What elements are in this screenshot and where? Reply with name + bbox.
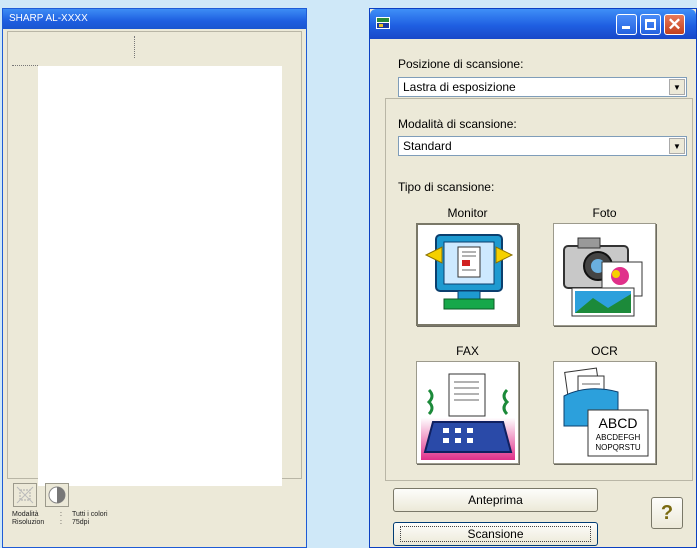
close-icon: ✕ [667,15,682,34]
fax-icon [421,366,515,460]
preview-paper[interactable] [38,66,282,486]
scan-type-fax-button[interactable] [416,361,519,464]
info-value: 75dpi [72,519,90,526]
help-icon: ? [660,502,674,524]
scan-position-label: Posizione di scansione: [398,57,524,71]
preview-window: SHARP AL-XXXX Modalità : Tutti i colori … [2,8,307,548]
preview-button[interactable]: Anteprima [393,488,598,512]
ruler-vertical-mark [134,36,135,58]
scan-mode-label: Modalità di scansione: [398,117,517,131]
monitor-icon [424,234,514,310]
maximize-button[interactable] [640,14,661,35]
scan-type-label: Tipo di scansione: [398,180,495,194]
preview-area [7,31,302,486]
scan-type-label-monitor: Monitor [447,206,488,220]
ocr-icon-text: NOPQRSTU [595,443,641,452]
scan-type-ocr-button[interactable]: ABCD ABCDEFGH NOPQRSTU [553,361,656,464]
scan-position-select[interactable]: Lastra di esposizione ▼ [398,77,687,97]
ocr-icon-text: ABCD [599,415,638,431]
scan-button[interactable]: Scansione [393,522,598,546]
chevron-down-icon[interactable]: ▼ [669,138,685,154]
scan-type-monitor-button[interactable] [416,223,519,326]
help-button[interactable]: ? [651,497,683,529]
scanner-titlebar: ✕ [370,9,696,39]
photo-camera-icon [563,237,643,317]
ocr-icon-text: ABCDEFGH [596,433,641,442]
color-mode-button[interactable] [45,483,69,507]
minimize-icon [622,26,630,29]
scan-type-label-ocr: OCR [591,344,618,358]
scan-type-label-photo: Foto [592,206,617,220]
scan-type-label-fax: FAX [456,344,479,358]
info-key: Risoluzion [12,519,45,526]
preview-window-title: SHARP AL-XXXX [3,9,306,29]
ocr-icon: ABCD ABCDEFGH NOPQRSTU [563,367,649,457]
info-key: Modalità [12,511,39,518]
scan-info: Modalità : Tutti i colori Risoluzion : 7… [12,511,108,527]
scan-info-row: Modalità : Tutti i colori [12,511,108,519]
scan-mode-select[interactable]: Standard ▼ [398,136,687,156]
minimize-button[interactable] [616,14,637,35]
scan-type-photo-button[interactable] [553,223,656,326]
ruler-horizontal-mark [12,65,38,66]
scanner-app-icon [376,17,390,29]
close-button[interactable]: ✕ [664,14,685,35]
info-value: Tutti i colori [72,511,108,518]
scan-info-row: Risoluzion : 75dpi [12,519,108,527]
zoom-icon [16,486,34,504]
info-colon: : [60,511,62,518]
maximize-icon [645,19,656,30]
zoom-button[interactable] [13,483,37,507]
info-colon: : [60,519,62,526]
chevron-down-icon[interactable]: ▼ [669,79,685,95]
scanner-window: ✕ Posizione di scansione: Lastra di espo… [369,8,697,548]
contrast-icon [48,486,66,504]
scan-mode-value: Standard [403,139,452,153]
scan-position-value: Lastra di esposizione [403,80,516,94]
scan-button-label: Scansione [400,526,591,542]
